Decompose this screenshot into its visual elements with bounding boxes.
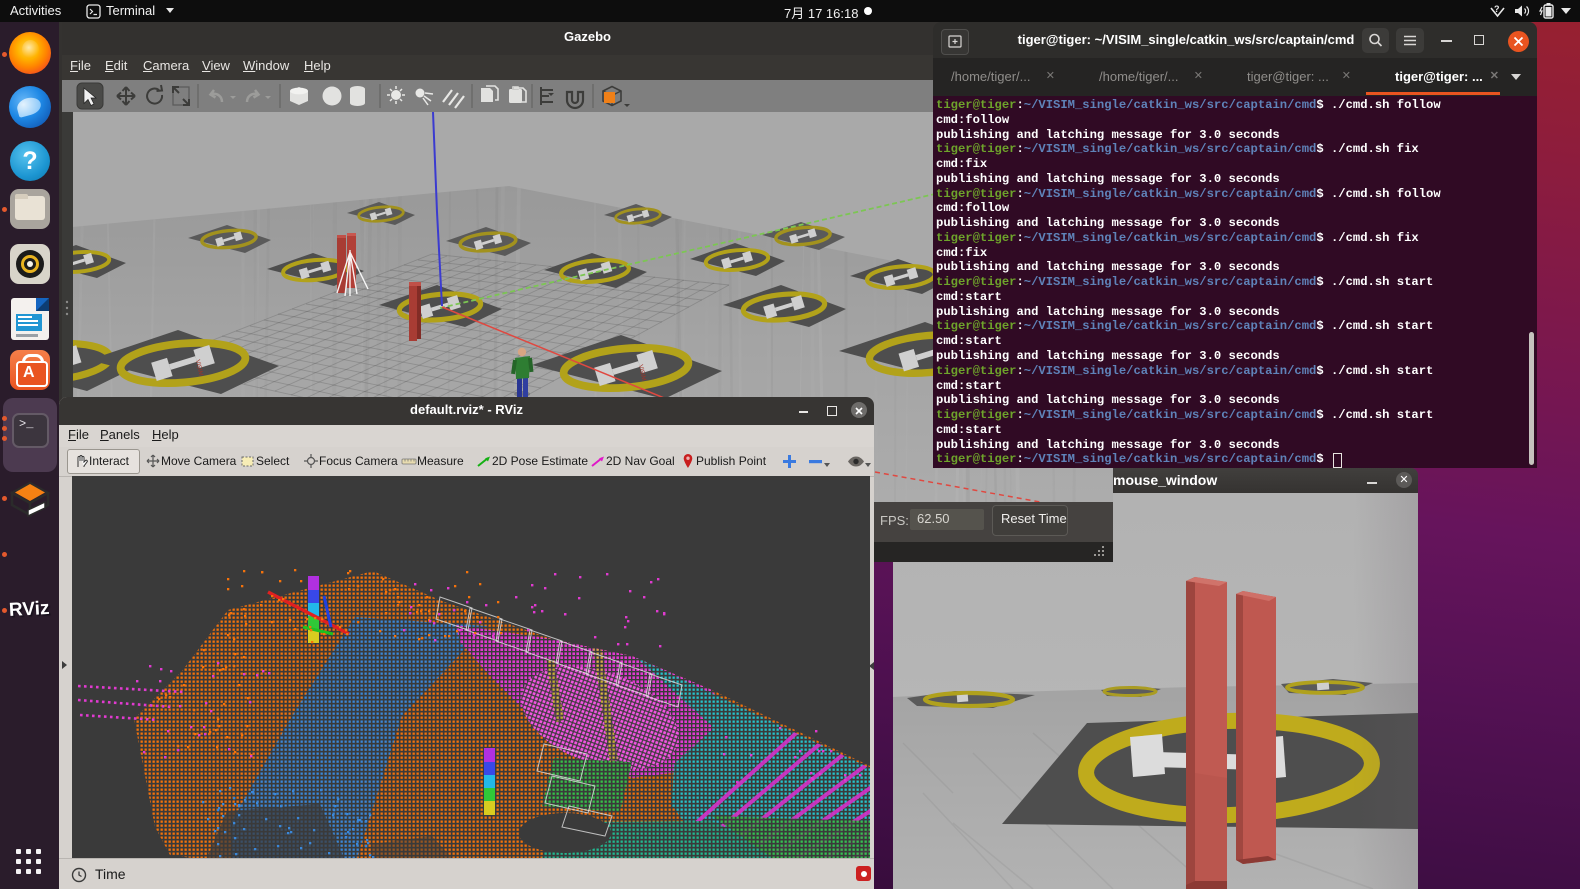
svg-text:?: ? [1494, 4, 1500, 14]
